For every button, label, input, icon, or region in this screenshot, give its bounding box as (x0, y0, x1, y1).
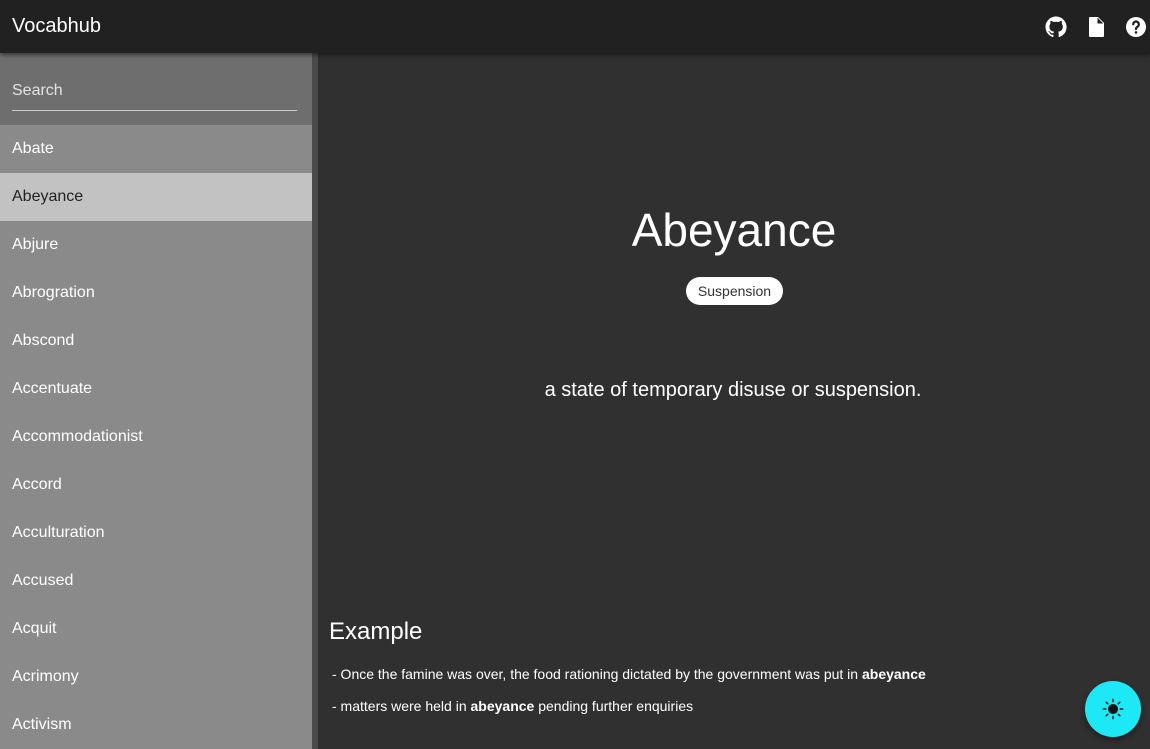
word-title: Abeyance (631, 204, 837, 256)
app-bar: Vocabhub (0, 0, 1150, 53)
synonym-chip[interactable]: Suspension (686, 277, 783, 305)
search-input[interactable] (12, 71, 297, 111)
theme-toggle-button[interactable] (1085, 681, 1141, 737)
sidebar-item-acrimony[interactable]: Acrimony (0, 653, 312, 701)
sidebar-item-accused[interactable]: Accused (0, 557, 312, 605)
sidebar-item-acquit[interactable]: Acquit (0, 605, 312, 653)
sidebar-item-abeyance[interactable]: Abeyance (0, 173, 312, 221)
sidebar-item-abrogration[interactable]: Abrogration (0, 269, 312, 317)
sidebar-item-accentuate[interactable]: Accentuate (0, 365, 312, 413)
example-highlight: abeyance (470, 698, 535, 714)
example-highlight: abeyance (861, 666, 926, 682)
sidebar-item-abate[interactable]: Abate (0, 125, 312, 173)
sidebar-item-acculturation[interactable]: Acculturation (0, 509, 312, 557)
brightness-icon (1102, 698, 1124, 720)
help-icon[interactable] (1124, 15, 1148, 39)
example-heading: Example (329, 618, 423, 645)
word-list: Abate Abeyance Abjure Abrogration Abscon… (0, 125, 312, 749)
search-container (0, 53, 312, 125)
sidebar: Abate Abeyance Abjure Abrogration Abscon… (0, 53, 312, 749)
app-title: Vocabhub (12, 15, 101, 37)
sidebar-item-accord[interactable]: Accord (0, 461, 312, 509)
appbar-actions (1044, 15, 1148, 39)
example-text: - Once the famine was over, the food rat… (332, 666, 862, 682)
document-icon[interactable] (1084, 15, 1108, 39)
github-icon[interactable] (1044, 15, 1068, 39)
word-detail-panel: Abeyance Suspension a state of temporary… (318, 53, 1150, 749)
sidebar-item-abjure[interactable]: Abjure (0, 221, 312, 269)
example-text: - matters were held in (332, 698, 471, 714)
word-definition: a state of temporary disuse or suspensio… (544, 379, 922, 401)
sidebar-item-accommodationist[interactable]: Accommodationist (0, 413, 312, 461)
example-line: - Once the famine was over, the food rat… (332, 666, 926, 682)
sidebar-item-activism[interactable]: Activism (0, 701, 312, 749)
sidebar-item-abscond[interactable]: Abscond (0, 317, 312, 365)
example-text: pending further enquiries (534, 698, 694, 714)
example-line: - matters were held in abeyance pending … (332, 698, 693, 714)
